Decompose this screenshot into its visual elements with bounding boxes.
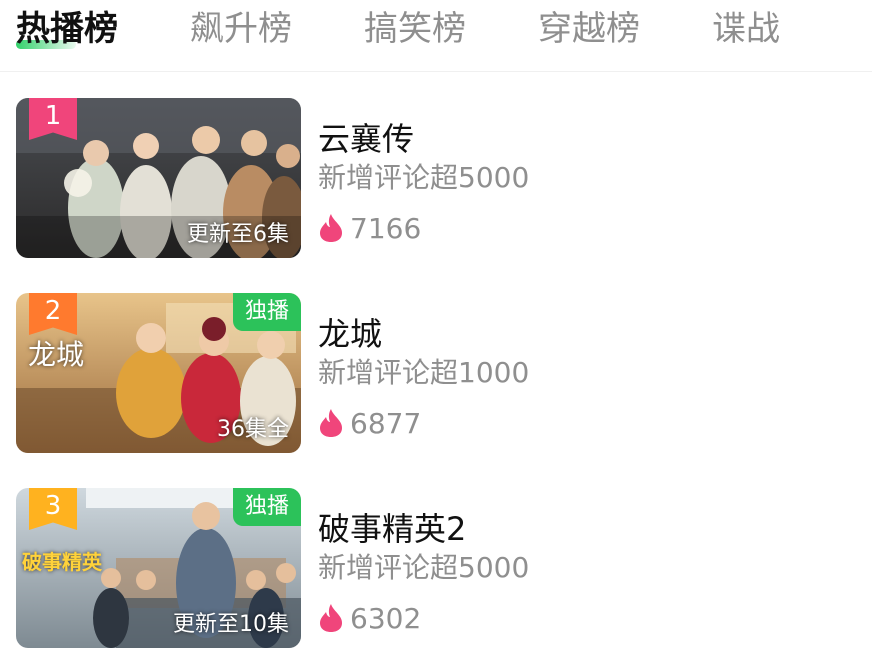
heat-score: 6302 (318, 600, 421, 636)
tab-rising[interactable]: 飙升榜 (190, 4, 292, 54)
tab-spy[interactable]: 谍战 (712, 4, 780, 54)
heat-score: 7166 (318, 210, 421, 246)
list-item[interactable]: 1 更新至6集 云襄传 新增评论超5000 7166 (0, 98, 872, 263)
tab-comedy[interactable]: 搞笑榜 (364, 4, 466, 54)
episode-status: 更新至6集 (187, 222, 289, 247)
poster-logo-text: 破事精英 (22, 550, 102, 574)
show-title[interactable]: 破事精英2 (318, 504, 466, 550)
list-item[interactable]: 破事精英 3 独播 更新至10集 破事精英2 新增评论超5000 6302 (0, 488, 872, 653)
heat-score: 6877 (318, 405, 421, 441)
poster-thumbnail[interactable]: 破事精英 3 独播 更新至10集 (16, 488, 301, 648)
list-item[interactable]: 龙城 2 独播 36集全 龙城 新增评论超1000 6877 (0, 293, 872, 458)
poster-logo-text: 龙城 (28, 338, 85, 371)
episode-status: 更新至10集 (173, 612, 289, 637)
show-title[interactable]: 龙城 (318, 309, 382, 355)
exclusive-badge: 独播 (232, 488, 301, 526)
episode-status: 36集全 (217, 417, 289, 442)
ranking-tabs: 热播榜 飙升榜 搞笑榜 穿越榜 谍战 (0, 0, 872, 72)
heat-value: 6302 (350, 601, 422, 635)
flame-icon (320, 409, 342, 437)
tab-time-travel[interactable]: 穿越榜 (538, 4, 640, 54)
show-title[interactable]: 云襄传 (318, 114, 414, 160)
exclusive-badge: 独播 (232, 293, 301, 331)
flame-icon (320, 604, 342, 632)
show-subtitle: 新增评论超5000 (318, 161, 530, 194)
poster-thumbnail[interactable]: 1 更新至6集 (16, 98, 301, 258)
tab-hot[interactable]: 热播榜 (16, 4, 118, 54)
show-subtitle: 新增评论超5000 (318, 551, 530, 584)
heat-value: 7166 (350, 211, 422, 245)
heat-value: 6877 (350, 406, 422, 440)
show-subtitle: 新增评论超1000 (318, 356, 530, 389)
flame-icon (320, 214, 342, 242)
poster-thumbnail[interactable]: 龙城 2 独播 36集全 (16, 293, 301, 453)
